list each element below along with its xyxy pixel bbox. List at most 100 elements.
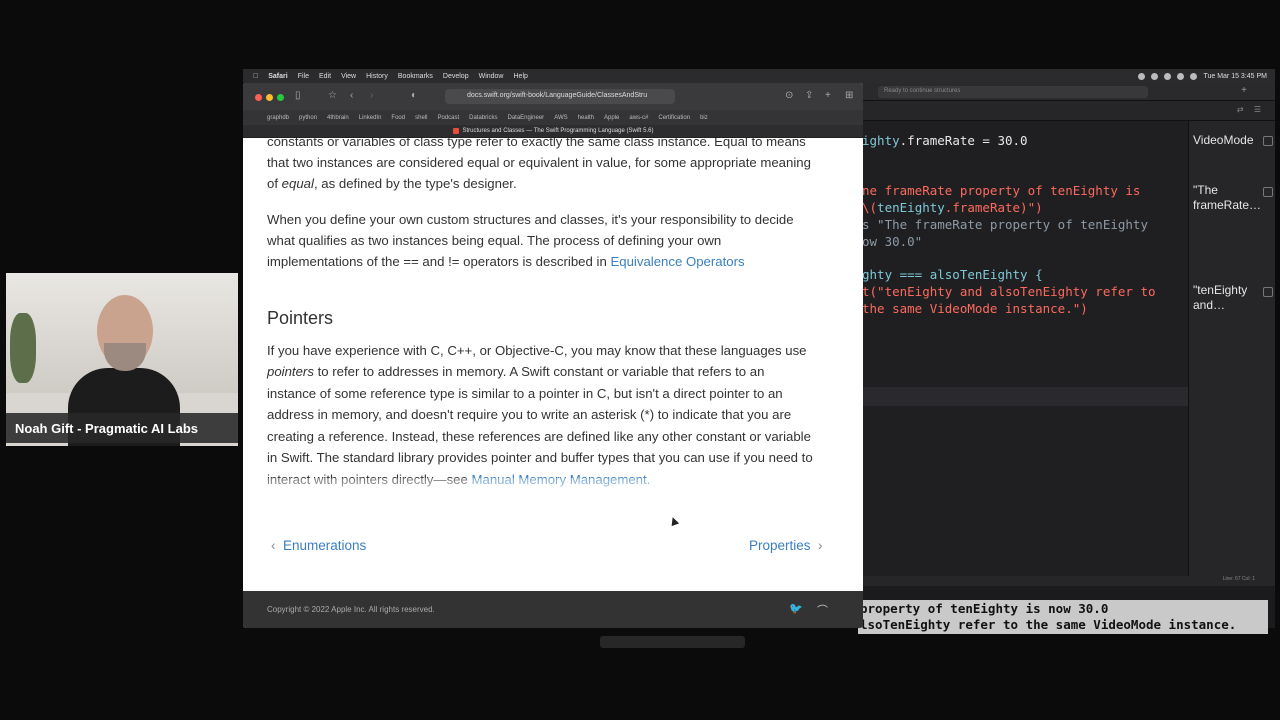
console-output: property of tenEighty is now 30.0 lsoTen… xyxy=(858,600,1268,634)
tab-title: Structures and Classes — The Swift Progr… xyxy=(462,128,654,134)
code-editor[interactable]: ighty.frameRate = 30.0 ne frameRate prop… xyxy=(858,121,1188,576)
console-line: property of tenEighty is now 30.0 xyxy=(860,601,1109,616)
bookmark-star-icon[interactable]: ☆ xyxy=(328,90,337,101)
menu-edit[interactable]: Edit xyxy=(319,73,331,80)
bookmark-item[interactable]: Databricks xyxy=(469,115,497,121)
menu-history[interactable]: History xyxy=(366,73,388,80)
result-value: "tenEighty and… xyxy=(1193,283,1248,312)
back-icon[interactable]: ‹ xyxy=(350,90,353,101)
bookmark-item[interactable]: Food xyxy=(391,115,405,121)
section-heading: Pointers xyxy=(267,308,334,328)
bookmark-item[interactable]: Apple xyxy=(604,115,619,121)
menu-bookmarks[interactable]: Bookmarks xyxy=(398,73,433,80)
result-value: "The frameRate… xyxy=(1193,183,1262,212)
bookmark-item[interactable]: 4thbrain xyxy=(327,115,349,121)
code-line: ne frameRate property of tenEighty is xyxy=(862,183,1141,198)
paragraph-line: If you have experience with C, C++, or O… xyxy=(267,343,807,358)
results-sidebar: VideoMode "The frameRate… "tenEighty and… xyxy=(1188,121,1275,576)
paragraph-line: address in memory, and doesn't require y… xyxy=(267,407,792,422)
xcode-activity-field: Ready to continue structures xyxy=(878,86,1148,98)
paragraph-line: creating a reference. Instead, these ref… xyxy=(267,429,811,444)
safari-toolbar: ▯ ☆ ‹ › ◐ docs.swift.org/swift-book/Lang… xyxy=(243,83,863,110)
minimize-button[interactable] xyxy=(266,94,273,101)
zoom-button[interactable] xyxy=(277,94,284,101)
menu-develop[interactable]: Develop xyxy=(443,73,469,80)
tray-icon[interactable] xyxy=(1138,72,1146,80)
paragraph-line: constants or variables of class type ref… xyxy=(267,138,806,149)
code-line: t("tenEighty and alsoTenEighty refer to xyxy=(862,284,1156,299)
copyright-text: Copyright © 2022 Apple Inc. All rights r… xyxy=(267,605,435,614)
result-value: VideoMode xyxy=(1193,133,1254,147)
wifi-icon[interactable] xyxy=(1177,72,1185,80)
code-line: ighty.frameRate = 30.0 xyxy=(862,133,1028,148)
tray-icon[interactable] xyxy=(1164,72,1172,80)
next-page-link[interactable]: Properties › xyxy=(749,538,823,553)
bookmark-item[interactable]: Certification xyxy=(658,115,690,121)
paragraph-line: pointers to refer to addresses in memory… xyxy=(267,364,765,379)
bookmark-item[interactable]: health xyxy=(578,115,594,121)
bookmarks-bar: graphdb python 4thbrain LinkedIn Food sh… xyxy=(243,110,863,125)
menu-file[interactable]: File xyxy=(298,73,309,80)
menu-window[interactable]: Window xyxy=(479,73,504,80)
quicklook-icon[interactable] xyxy=(1263,136,1273,146)
paragraph-line: implementations of the == and != operato… xyxy=(267,254,745,269)
add-icon[interactable]: + xyxy=(1241,85,1247,96)
address-bar[interactable]: docs.swift.org/swift-book/LanguageGuide/… xyxy=(445,89,675,104)
paragraph-line: that two instances are considered equal … xyxy=(267,155,811,170)
paragraph-line: of equal, as defined by the type's desig… xyxy=(267,176,517,191)
menu-view[interactable]: View xyxy=(341,73,356,80)
code-line: the same VideoMode instance.") xyxy=(862,301,1088,316)
bookmark-item[interactable]: DataEngineer xyxy=(507,115,544,121)
forward-icon[interactable]: › xyxy=(370,90,373,101)
bookmark-item[interactable]: python xyxy=(299,115,317,121)
rss-icon[interactable]: ⌒ xyxy=(817,602,831,617)
bookmark-item[interactable]: LinkedIn xyxy=(359,115,382,121)
xcode-tabbar: ⇄ ☰ xyxy=(858,101,1275,121)
bookmark-item[interactable]: shell xyxy=(415,115,427,121)
twitter-icon[interactable]: 🐦 xyxy=(789,602,803,616)
editor-options-icon[interactable]: ⇄ ☰ xyxy=(1237,105,1265,114)
scroll-fade xyxy=(243,478,863,503)
menubar-clock[interactable]: Tue Mar 15 3:45 PM xyxy=(1203,73,1267,80)
paragraph-line: instance of some reference type is simil… xyxy=(267,386,783,401)
menu-app-name[interactable]: Safari xyxy=(268,73,287,80)
tab-active[interactable]: Structures and Classes — The Swift Progr… xyxy=(243,125,863,138)
quicklook-icon[interactable] xyxy=(1263,287,1273,297)
close-button[interactable] xyxy=(255,94,262,101)
download-icon[interactable]: ⊙ xyxy=(785,90,793,101)
current-line-highlight xyxy=(858,387,1188,406)
page-content: constants or variables of class type ref… xyxy=(243,138,863,628)
macos-menubar:  Safari File Edit View History Bookmark… xyxy=(243,69,1275,83)
presenter-name-bar: Noah Gift - Pragmatic AI Labs xyxy=(6,413,238,443)
bookmark-item[interactable]: Podcast xyxy=(437,115,459,121)
tab-overview-icon[interactable]: ⊞ xyxy=(845,90,853,101)
swift-favicon-icon xyxy=(452,128,459,134)
menu-help[interactable]: Help xyxy=(514,73,528,80)
shield-icon[interactable]: ◐ xyxy=(411,90,417,101)
console-line: lsoTenEighty refer to the same VideoMode… xyxy=(860,617,1237,632)
paragraph-line: in Swift. The standard library provides … xyxy=(267,450,813,465)
chevron-right-icon: › xyxy=(810,538,823,553)
share-icon[interactable]: ⇪ xyxy=(805,90,813,101)
bookmark-item[interactable]: graphdb xyxy=(267,115,289,121)
apple-icon[interactable]:  xyxy=(253,73,258,80)
xcode-toolbar: Ready to continue structures + xyxy=(858,83,1275,101)
code-line: ow 30.0" xyxy=(862,234,923,249)
code-line: s "The frameRate property of tenEighty xyxy=(862,217,1148,232)
plant xyxy=(10,313,36,383)
page-footer: Copyright © 2022 Apple Inc. All rights r… xyxy=(243,591,863,628)
prev-page-link[interactable]: ‹ Enumerations xyxy=(271,538,366,553)
paragraph-line: what qualifies as two instances being eq… xyxy=(267,233,722,248)
link-equivalence-operators[interactable]: Equivalence Operators xyxy=(610,254,744,269)
bookmark-item[interactable]: biz xyxy=(700,115,708,121)
bookmark-item[interactable]: AWS xyxy=(554,115,567,121)
tray-icon[interactable] xyxy=(1151,72,1159,80)
xcode-window: Ready to continue structures + ⇄ ☰ ighty… xyxy=(858,83,1275,628)
paragraph-line: When you define your own custom structur… xyxy=(267,212,794,227)
new-tab-icon[interactable]: + xyxy=(825,90,831,101)
bookmark-item[interactable]: aws-c# xyxy=(629,115,648,121)
editor-status: Line: 67 Col: 1 xyxy=(858,576,1275,586)
quicklook-icon[interactable] xyxy=(1263,187,1273,197)
sidebar-icon[interactable]: ▯ xyxy=(295,90,301,101)
search-icon[interactable] xyxy=(1190,72,1198,80)
